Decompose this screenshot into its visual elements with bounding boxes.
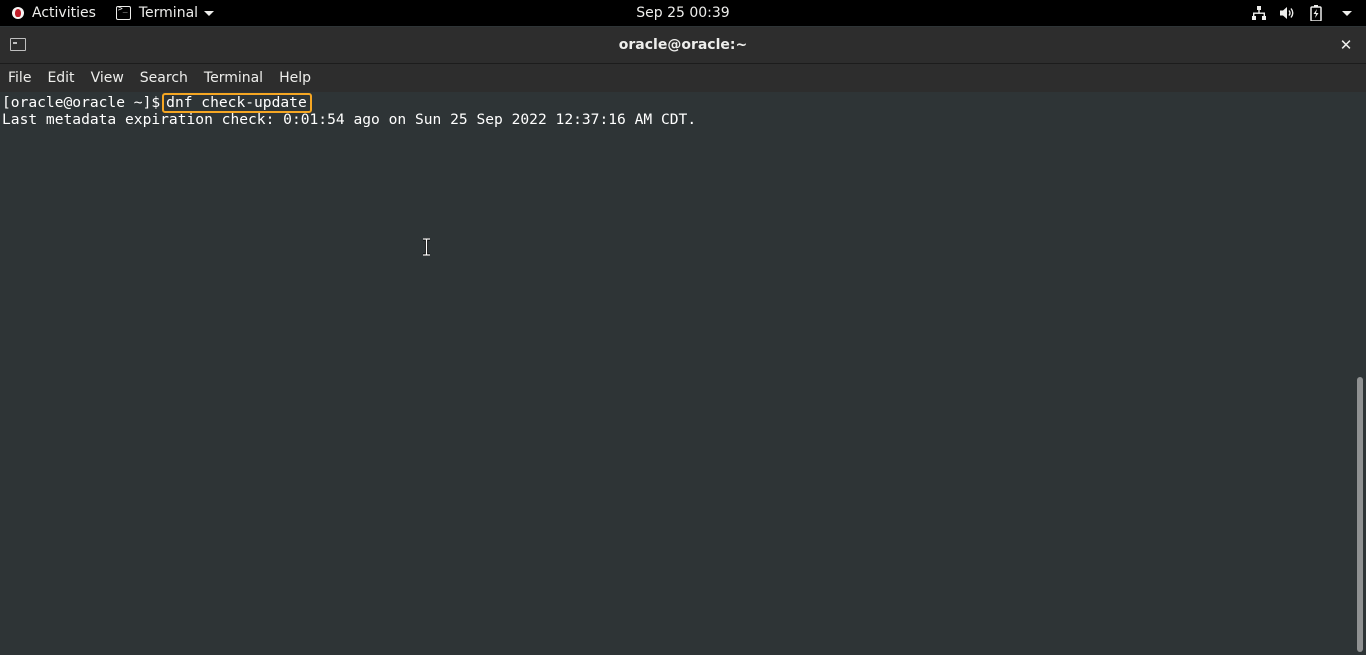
highlighted-command: dnf check-update — [162, 93, 312, 113]
text-cursor-icon — [423, 238, 430, 256]
terminal-output-line: Last metadata expiration check: 0:01:54 … — [2, 111, 697, 128]
terminal-scrollbar[interactable] — [1354, 92, 1366, 655]
menu-help[interactable]: Help — [271, 70, 319, 86]
volume-icon — [1280, 6, 1296, 20]
system-menu-caret-icon[interactable] — [1342, 10, 1352, 16]
window-titlebar[interactable]: oracle@oracle:~ ✕ — [0, 27, 1366, 64]
menu-bar: File Edit View Search Terminal Help — [0, 64, 1366, 92]
menu-file[interactable]: File — [0, 70, 39, 86]
menu-view[interactable]: View — [83, 70, 132, 86]
top-bar: Activities Terminal Sep 25 00:39 — [0, 0, 1366, 26]
network-icon — [1252, 6, 1266, 20]
app-menu-label: Terminal — [138, 5, 199, 21]
battery-icon — [1310, 5, 1322, 21]
activities-button[interactable]: Activities — [32, 5, 96, 21]
clock-button[interactable]: Sep 25 00:39 — [636, 5, 729, 21]
window-title: oracle@oracle:~ — [618, 37, 748, 53]
app-menu-button[interactable]: Terminal — [115, 4, 215, 21]
system-tray[interactable] — [1252, 0, 1352, 26]
caret-down-icon — [204, 10, 215, 16]
terminal-area[interactable]: [oracle@oracle ~]$ dnf check-update Last … — [0, 92, 1354, 655]
scrollbar-thumb[interactable] — [1357, 377, 1363, 652]
menu-terminal[interactable]: Terminal — [196, 70, 271, 86]
menu-edit[interactable]: Edit — [39, 70, 82, 86]
top-bar-left: Activities Terminal — [12, 0, 215, 26]
menu-search[interactable]: Search — [132, 70, 196, 86]
close-icon[interactable]: ✕ — [1336, 35, 1356, 55]
terminal-app-icon — [115, 4, 131, 20]
terminal-line-command: [oracle@oracle ~]$ dnf check-update — [2, 93, 312, 113]
activities-icon — [12, 7, 24, 19]
shell-prompt: [oracle@oracle ~]$ — [2, 94, 161, 111]
